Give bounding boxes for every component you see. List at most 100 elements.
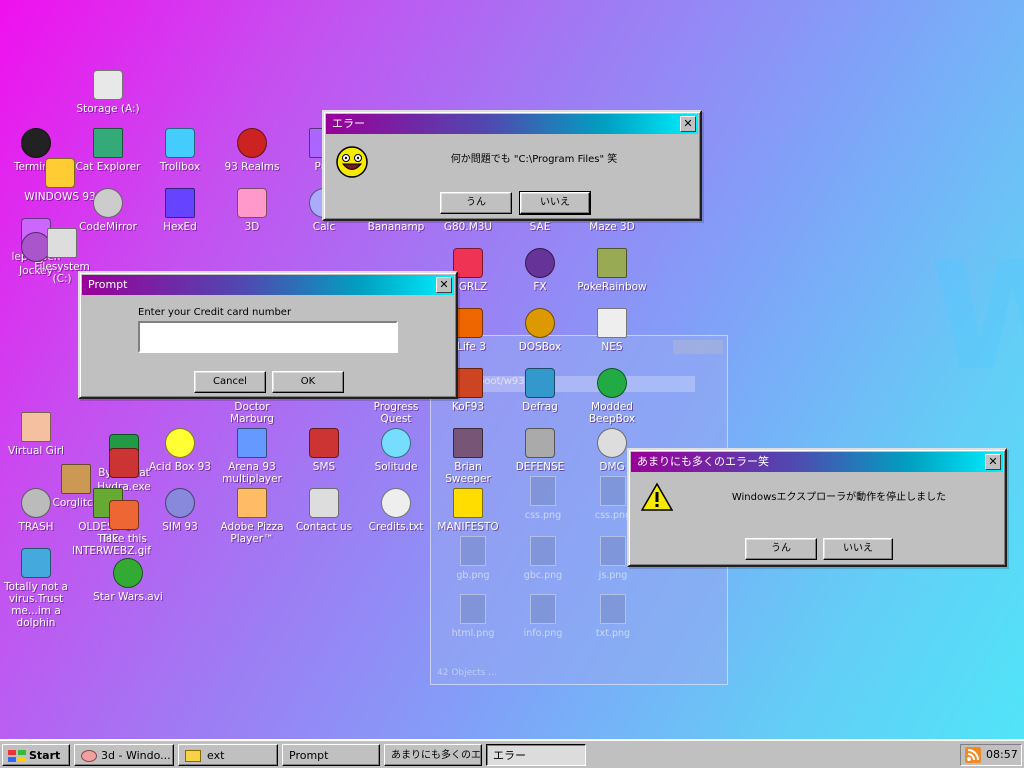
faded-file: css.png (511, 476, 575, 521)
virtual-girl-icon (21, 412, 51, 442)
adobe-pizza-icon (237, 488, 267, 518)
desktop-icon-label: Bananamp (367, 221, 425, 233)
task-too-many-errors[interactable]: あまりにも多くのエ... (384, 744, 482, 766)
error-dialog-message: 何か問題でも "C:\Program Files" 笑 (450, 154, 618, 165)
no-button[interactable]: いいえ (823, 538, 893, 560)
desktop-star-wars-avi[interactable]: Star Wars.avi (92, 558, 164, 603)
task-label: 3d - Windo... (101, 749, 171, 762)
desktop-credits-txt[interactable]: Credits.txt (360, 488, 432, 533)
task-error[interactable]: エラー (486, 744, 586, 766)
folder-icon (185, 750, 201, 762)
desktop-icon-label: KoF93 (451, 401, 485, 413)
desktop-icon-label: NES (601, 341, 623, 353)
desktop-93-realms[interactable]: 93 Realms (216, 128, 288, 173)
desktop-storage-a[interactable]: Storage (A:) (72, 70, 144, 115)
task-label: エラー (493, 749, 526, 762)
desktop-icon-label: Credits.txt (368, 521, 424, 533)
pokerainbow-icon (597, 248, 627, 278)
storage-a-icon (93, 70, 123, 100)
desktop-nes[interactable]: NES (576, 308, 648, 353)
error-dialog-titlebar[interactable]: エラー ✕ (326, 114, 698, 134)
teapot-icon (81, 750, 97, 762)
task-3d[interactable]: 3d - Windo... (74, 744, 174, 766)
filesystem-c-icon (47, 228, 77, 258)
prompt-dialog-titlebar[interactable]: Prompt ✕ (82, 275, 454, 295)
rss-feed-icon[interactable] (965, 747, 981, 763)
desktop-contact-us[interactable]: Contact us (288, 488, 360, 533)
fx-icon (525, 248, 555, 278)
desktop-icon-label: 93 Realms (224, 161, 280, 173)
desktop-dosbox[interactable]: DOSBox (504, 308, 576, 353)
nes-icon (597, 308, 627, 338)
faded-file: gbc.png (511, 536, 575, 581)
close-icon[interactable]: ✕ (680, 116, 696, 132)
yes-button[interactable]: うん (440, 192, 512, 214)
desktop-icon-label: MANIFESTO (437, 521, 499, 533)
start-label: Start (29, 749, 61, 762)
desktop-brian-sweeper[interactable]: Brian Sweeper (432, 428, 504, 485)
task-label: Prompt (289, 749, 329, 762)
arena-93-icon (237, 428, 267, 458)
close-icon[interactable]: ✕ (436, 277, 452, 293)
modded-beepbox-icon (597, 368, 627, 398)
prompt-dialog[interactable]: Prompt ✕ Enter your Credit card number C… (78, 271, 458, 399)
desktop-icon-label: 3D (244, 221, 260, 233)
error-dialog[interactable]: エラー ✕ 何か問題でも "C:\Program Files" 笑 うん いいえ (322, 110, 702, 221)
desktop-hexed[interactable]: HexEd (144, 188, 216, 233)
contact-us-icon (309, 488, 339, 518)
clock[interactable]: 08:57 (986, 748, 1018, 761)
faded-file: txt.png (581, 594, 645, 639)
desktop-arena-93[interactable]: Arena 93 multiplayer (216, 428, 288, 485)
desktop-codemirror[interactable]: CodeMirror (72, 188, 144, 233)
desktop-manifesto[interactable]: MANIFESTO (432, 488, 504, 533)
ok-button[interactable]: OK (272, 371, 344, 393)
desktop-icon-label: TRASH (18, 521, 54, 533)
desktop-modded-beepbox[interactable]: Modded BeepBox (576, 368, 648, 425)
brian-sweeper-icon (453, 428, 483, 458)
task-prompt[interactable]: Prompt (282, 744, 380, 766)
task-label: あまりにも多くのエ... (391, 750, 482, 761)
dmg-icon (597, 428, 627, 458)
desktop-icon-label: DEFENSE (515, 461, 565, 473)
desktop-defense[interactable]: DEFENSE (504, 428, 576, 473)
acid-box-93-icon (165, 428, 195, 458)
terminal-icon (21, 128, 51, 158)
defense-icon (525, 428, 555, 458)
task-ext[interactable]: ext (178, 744, 278, 766)
desktop-fx[interactable]: FX (504, 248, 576, 293)
desktop-trash[interactable]: TRASH (0, 488, 72, 533)
codemirror-icon (93, 188, 123, 218)
prompt-label: Enter your Credit card number (138, 307, 292, 318)
explorer-error-dialog[interactable]: あまりにも多くのエラー笑 ✕ Windowsエクスプローラが動作を停止しました … (627, 448, 1007, 567)
credit-card-input[interactable] (138, 321, 398, 353)
desktop-icon-label: Calc (312, 221, 336, 233)
desktop-defrag[interactable]: Defrag (504, 368, 576, 413)
desktop-sms[interactable]: SMS (288, 428, 360, 473)
desktop-pokerainbow[interactable]: PokeRainbow (576, 248, 648, 293)
desktop-adobe-pizza[interactable]: Adobe Pizza Player™ (216, 488, 288, 545)
desktop-trollbox[interactable]: Trollbox (144, 128, 216, 173)
explorer-error-titlebar[interactable]: あまりにも多くのエラー笑 ✕ (631, 452, 1003, 472)
explorer-error-message: Windowsエクスプローラが動作を停止しました (731, 492, 947, 503)
explorer-error-title: あまりにも多くのエラー笑 (637, 455, 769, 468)
close-icon[interactable]: ✕ (985, 454, 1001, 470)
windows-93-icon (45, 158, 75, 188)
desktop-icon-label: DMG (599, 461, 625, 473)
desktop-hydra-exe[interactable]: Hydra.exe (88, 448, 160, 493)
no-button[interactable]: いいえ (519, 191, 591, 215)
desktop-icon-label: PokeRainbow (577, 281, 647, 293)
yes-button[interactable]: うん (745, 538, 817, 560)
start-button[interactable]: Start (2, 744, 70, 766)
desktop-virtual-girl[interactable]: Virtual Girl (0, 412, 72, 457)
desktop-icon-label: Defrag (522, 401, 558, 413)
desktop-sim-93[interactable]: SIM 93 (144, 488, 216, 533)
dosbox-icon (525, 308, 555, 338)
desktop-icon-label: Progress Quest (373, 401, 419, 425)
desktop-3d[interactable]: 3D (216, 188, 288, 233)
solitude-icon (381, 428, 411, 458)
desktop-solitude[interactable]: Solitude (360, 428, 432, 473)
sms-icon (309, 428, 339, 458)
desktop-dolphin-virus[interactable]: Totally not a virus.Trust me...im a dolp… (0, 548, 72, 629)
manifesto-icon (453, 488, 483, 518)
cancel-button[interactable]: Cancel (194, 371, 266, 393)
